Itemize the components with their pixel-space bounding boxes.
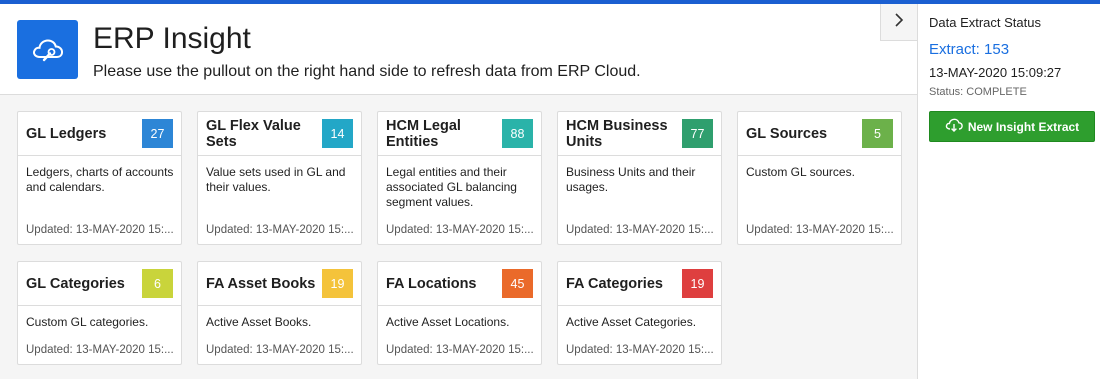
- extract-status: Status: COMPLETE: [929, 86, 1027, 98]
- main-region: ERP Insight Please use the pullout on th…: [0, 4, 917, 379]
- card-description: Active Asset Books.: [206, 315, 312, 329]
- extract-status-panel: Data Extract Status Extract: 153 13-MAY-…: [917, 4, 1100, 379]
- card-header: GL Ledgers 27: [18, 112, 181, 156]
- card-updated: Updated: 13-MAY-2020 15:...: [566, 224, 714, 236]
- page-header: ERP Insight Please use the pullout on th…: [0, 4, 917, 95]
- count-badge: 14: [322, 119, 353, 148]
- extract-number[interactable]: Extract: 153: [929, 41, 1009, 58]
- card-fa-locations[interactable]: FA Locations 45 Active Asset Locations. …: [377, 261, 542, 365]
- card-updated: Updated: 13-MAY-2020 15:...: [386, 344, 534, 356]
- card-description: Legal entities and their associated GL b…: [386, 165, 517, 209]
- card-description: Business Units and their usages.: [566, 165, 696, 194]
- card-title[interactable]: FA Locations: [386, 262, 496, 306]
- card-description: Active Asset Categories.: [566, 315, 697, 329]
- card-hcm-legal-entities[interactable]: HCM Legal Entities 88 Legal entities and…: [377, 111, 542, 245]
- card-description: Ledgers, charts of accounts and calendar…: [26, 165, 174, 194]
- card-description: Custom GL categories.: [26, 315, 149, 329]
- count-badge: 19: [682, 269, 713, 298]
- new-insight-extract-button[interactable]: New Insight Extract: [929, 111, 1095, 142]
- count-badge: 77: [682, 119, 713, 148]
- chevron-right-icon: [894, 12, 904, 32]
- card-header: FA Categories 19: [558, 262, 721, 306]
- count-badge: 27: [142, 119, 173, 148]
- extract-date: 13-MAY-2020 15:09:27: [929, 65, 1062, 80]
- card-title[interactable]: FA Categories: [566, 262, 676, 306]
- card-updated: Updated: 13-MAY-2020 15:...: [746, 224, 894, 236]
- card-title[interactable]: GL Ledgers: [26, 112, 136, 156]
- card-header: GL Flex Value Sets 14: [198, 112, 361, 156]
- card-fa-asset-books[interactable]: FA Asset Books 19 Active Asset Books. Up…: [197, 261, 362, 365]
- card-gl-ledgers[interactable]: GL Ledgers 27 Ledgers, charts of account…: [17, 111, 182, 245]
- card-updated: Updated: 13-MAY-2020 15:...: [206, 224, 354, 236]
- card-title[interactable]: GL Sources: [746, 112, 856, 156]
- card-description: Custom GL sources.: [746, 165, 855, 179]
- card-updated: Updated: 13-MAY-2020 15:...: [26, 344, 174, 356]
- card-gl-categories[interactable]: GL Categories 6 Custom GL categories. Up…: [17, 261, 182, 365]
- card-fa-categories[interactable]: FA Categories 19 Active Asset Categories…: [557, 261, 722, 365]
- count-badge: 5: [862, 119, 893, 148]
- card-updated: Updated: 13-MAY-2020 15:...: [26, 224, 174, 236]
- button-label: New Insight Extract: [967, 119, 1080, 134]
- card-title[interactable]: FA Asset Books: [206, 262, 316, 306]
- card-title[interactable]: HCM Legal Entities: [386, 112, 496, 156]
- cloud-download-icon: [945, 118, 963, 135]
- count-badge: 45: [502, 269, 533, 298]
- card-header: GL Sources 5: [738, 112, 901, 156]
- card-updated: Updated: 13-MAY-2020 15:...: [566, 344, 714, 356]
- page-title: ERP Insight: [93, 22, 251, 55]
- panel-heading: Data Extract Status: [929, 15, 1041, 30]
- cloud-wrench-icon: [17, 20, 78, 79]
- count-badge: 19: [322, 269, 353, 298]
- card-description: Active Asset Locations.: [386, 315, 510, 329]
- card-updated: Updated: 13-MAY-2020 15:...: [386, 224, 534, 236]
- page-subtitle: Please use the pullout on the right hand…: [93, 63, 641, 80]
- card-header: FA Locations 45: [378, 262, 541, 306]
- card-title[interactable]: GL Categories: [26, 262, 136, 306]
- card-gl-sources[interactable]: GL Sources 5 Custom GL sources. Updated:…: [737, 111, 902, 245]
- collapse-panel-button[interactable]: [880, 4, 917, 41]
- card-header: GL Categories 6: [18, 262, 181, 306]
- count-badge: 88: [502, 119, 533, 148]
- card-header: HCM Legal Entities 88: [378, 112, 541, 156]
- card-hcm-business-units[interactable]: HCM Business Units 77 Business Units and…: [557, 111, 722, 245]
- card-title[interactable]: GL Flex Value Sets: [206, 112, 316, 156]
- card-gl-flex-value-sets[interactable]: GL Flex Value Sets 14 Value sets used in…: [197, 111, 362, 245]
- card-updated: Updated: 13-MAY-2020 15:...: [206, 344, 354, 356]
- card-header: FA Asset Books 19: [198, 262, 361, 306]
- card-header: HCM Business Units 77: [558, 112, 721, 156]
- card-title[interactable]: HCM Business Units: [566, 112, 676, 156]
- count-badge: 6: [142, 269, 173, 298]
- card-description: Value sets used in GL and their values.: [206, 165, 346, 194]
